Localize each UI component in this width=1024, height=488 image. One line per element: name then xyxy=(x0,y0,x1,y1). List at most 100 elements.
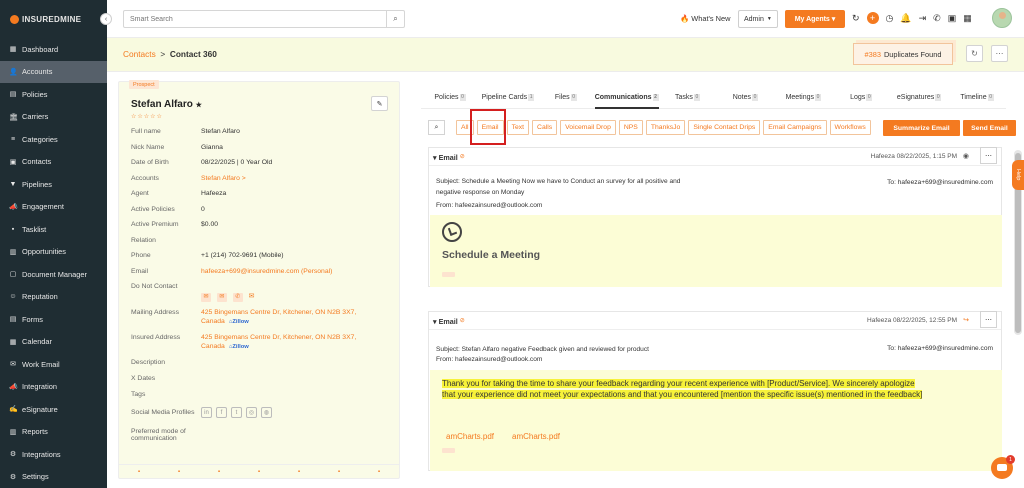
sidebar-item-reputation[interactable]: ☺ Reputation xyxy=(0,286,107,309)
more-options-button[interactable]: ⋯ xyxy=(991,45,1008,62)
sidebar-item-categories[interactable]: ≡ Categories xyxy=(0,128,107,151)
field-value[interactable]: hafeeza+699@insuredmine.com (Personal) xyxy=(201,268,332,275)
tab-timeline[interactable]: Timeline 0 xyxy=(948,91,1006,109)
tab-files[interactable]: Files 0 xyxy=(537,91,595,109)
filter-nps[interactable]: NPS xyxy=(618,120,643,135)
filter-email-campaigns[interactable]: Email Campaigns xyxy=(763,120,827,135)
filter-text[interactable]: Text xyxy=(506,120,530,135)
bell-icon[interactable]: 🔔 xyxy=(900,13,911,24)
tab-policies[interactable]: Policies 0 xyxy=(421,91,479,109)
whats-new-link[interactable]: 🔥 What's New xyxy=(680,14,730,23)
email-card-header[interactable]: ▾ Email ⊘ Hafeeza 08/22/2025, 12:55 PM ↪… xyxy=(429,311,1001,330)
attachment-link[interactable]: amCharts.pdf xyxy=(512,432,560,441)
send-email-button[interactable]: Send Email xyxy=(963,120,1016,136)
duplicates-found-button[interactable]: #383 Duplicates Found xyxy=(853,43,953,65)
apps-icon[interactable]: ▦ xyxy=(963,13,972,24)
tab-logs[interactable]: Logs 0 xyxy=(832,91,890,109)
sidebar-item-reports[interactable]: ▥ Reports xyxy=(0,421,107,444)
admin-select[interactable]: Admin ▼ xyxy=(738,10,778,28)
mail-icon[interactable]: ✉ xyxy=(201,293,211,302)
phone-icon[interactable]: ✆ xyxy=(933,13,941,24)
filter-workflows[interactable]: Workflows xyxy=(829,120,871,135)
sidebar-item-esignature[interactable]: ✍ eSignature xyxy=(0,398,107,421)
action-icon[interactable]: ▪ xyxy=(338,469,340,475)
sidebar-item-integration[interactable]: 📣 Integration xyxy=(0,376,107,399)
refresh-icon[interactable]: ↻ xyxy=(852,13,860,24)
refresh-button[interactable]: ↻ xyxy=(966,45,983,62)
filter-voicemail-drop[interactable]: Voicemail Drop xyxy=(560,120,616,135)
tab-notes[interactable]: Notes 0 xyxy=(716,91,774,109)
action-icon[interactable]: ▪ xyxy=(258,469,260,475)
sidebar-item-engagement[interactable]: 📣 Engagement xyxy=(0,196,107,219)
tab-meetings[interactable]: Meetings 0 xyxy=(774,91,832,109)
sidebar-item-calendar[interactable]: ▦ Calendar xyxy=(0,331,107,354)
sidebar-collapse-button[interactable]: ‹ xyxy=(100,13,112,25)
app-logo[interactable]: INSUREDMINE xyxy=(0,0,107,38)
help-tab[interactable]: Help xyxy=(1012,160,1024,190)
mailing-address-line1[interactable]: 425 Bingemans Centre Dr, Kitchener, ON N… xyxy=(201,309,356,316)
filter-single-contact-drips[interactable]: Single Contact Drips xyxy=(688,120,761,135)
tab-tasks[interactable]: Tasks 0 xyxy=(659,91,717,109)
attachment-link[interactable]: amCharts.pdf xyxy=(446,432,494,441)
search-input[interactable] xyxy=(124,11,379,27)
tab-esignatures[interactable]: eSignatures 0 xyxy=(890,91,948,109)
sidebar-item-dashboard[interactable]: ▦ Dashboard xyxy=(0,38,107,61)
tab-communications[interactable]: Communications 2 xyxy=(594,91,659,109)
sidebar-item-settings[interactable]: ⚙ Settings xyxy=(0,466,107,488)
envelope-icon[interactable]: ✉ xyxy=(249,293,255,300)
user-avatar[interactable] xyxy=(992,8,1012,28)
chat-launcher-button[interactable]: 1 xyxy=(991,455,1015,479)
rating-stars[interactable]: ☆☆☆☆☆ xyxy=(131,113,163,120)
facebook-icon[interactable]: f xyxy=(216,407,227,418)
megaphone-icon: 📣 xyxy=(9,383,18,391)
sidebar-item-integrations[interactable]: ⚙ Integrations xyxy=(0,443,107,466)
plus-icon[interactable]: + xyxy=(866,12,879,24)
action-icon[interactable]: ▪ xyxy=(138,469,140,475)
sidebar-item-policies[interactable]: ▤ Policies xyxy=(0,83,107,106)
login-icon[interactable]: ⇥ xyxy=(919,13,927,24)
sidebar-item-forms[interactable]: ▤ Forms xyxy=(0,308,107,331)
insured-address-line1[interactable]: 425 Bingemans Centre Dr, Kitchener, ON N… xyxy=(201,334,356,341)
sidebar-item-contacts[interactable]: ▣ Contacts xyxy=(0,151,107,174)
filter-search-button[interactable]: ⌕ xyxy=(428,120,445,135)
zillow-link[interactable]: ⌂Zillow xyxy=(229,344,249,350)
sidebar-item-accounts[interactable]: 👤 Accounts xyxy=(0,60,107,83)
sidebar-item-pipelines[interactable]: ▼ Pipelines xyxy=(0,173,107,196)
mailing-address-line2[interactable]: Canada xyxy=(201,318,225,325)
sidebar-item-document-manager[interactable]: ▢ Document Manager xyxy=(0,263,107,286)
summarize-email-button[interactable]: Summarize Email xyxy=(883,120,960,136)
twitter-icon[interactable]: t xyxy=(231,407,242,418)
instagram-icon[interactable]: ◎ xyxy=(246,407,257,418)
email-more-button[interactable]: ⋯ xyxy=(980,311,997,328)
social-icons: in f t ◎ ◍ xyxy=(201,407,276,418)
sidebar-item-opportunities[interactable]: ▥ Opportunities xyxy=(0,241,107,264)
search-button[interactable]: ⌕ xyxy=(386,11,404,27)
breadcrumb-contacts-link[interactable]: Contacts xyxy=(123,49,156,59)
forward-icon[interactable]: ↪ xyxy=(963,316,969,324)
filter-thanksjo[interactable]: ThanksJo xyxy=(645,120,686,135)
star-icon[interactable]: ★ xyxy=(196,102,202,109)
eye-icon[interactable]: ◉ xyxy=(963,152,969,160)
filter-calls[interactable]: Calls xyxy=(532,120,558,135)
phone-icon[interactable]: ✆ xyxy=(232,293,243,302)
field-value[interactable]: Stefan Alfaro > xyxy=(201,175,246,182)
zillow-link[interactable]: ⌂Zillow xyxy=(229,319,249,325)
action-icon[interactable]: ▪ xyxy=(298,469,300,475)
sidebar-item-carriers[interactable]: 🏛 Carriers xyxy=(0,106,107,129)
action-icon[interactable]: ▪ xyxy=(178,469,180,475)
globe-icon[interactable]: ◍ xyxy=(261,407,272,418)
email-card-header[interactable]: ▾ Email ⊘ Hafeeza 08/22/2025, 1:15 PM ◉ … xyxy=(429,147,1001,166)
action-icon[interactable]: ▪ xyxy=(218,469,220,475)
tab-pipeline-cards[interactable]: Pipeline Cards 1 xyxy=(479,91,537,109)
insured-address-line2[interactable]: Canada xyxy=(201,343,225,350)
clock-icon[interactable]: ◷ xyxy=(886,13,894,24)
linkedin-icon[interactable]: in xyxy=(201,407,212,418)
email-more-button[interactable]: ⋯ xyxy=(980,147,997,164)
edit-contact-button[interactable]: ✎ xyxy=(371,96,388,111)
chip-icon[interactable]: ▣ xyxy=(948,13,957,24)
chat-icon[interactable]: ✉ xyxy=(216,293,227,302)
sidebar-item-tasklist[interactable]: ▪ Tasklist xyxy=(0,218,107,241)
action-icon[interactable]: ▪ xyxy=(378,469,380,475)
my-agents-button[interactable]: My Agents ▾ xyxy=(785,10,845,28)
sidebar-item-work-email[interactable]: ✉ Work Email xyxy=(0,353,107,376)
